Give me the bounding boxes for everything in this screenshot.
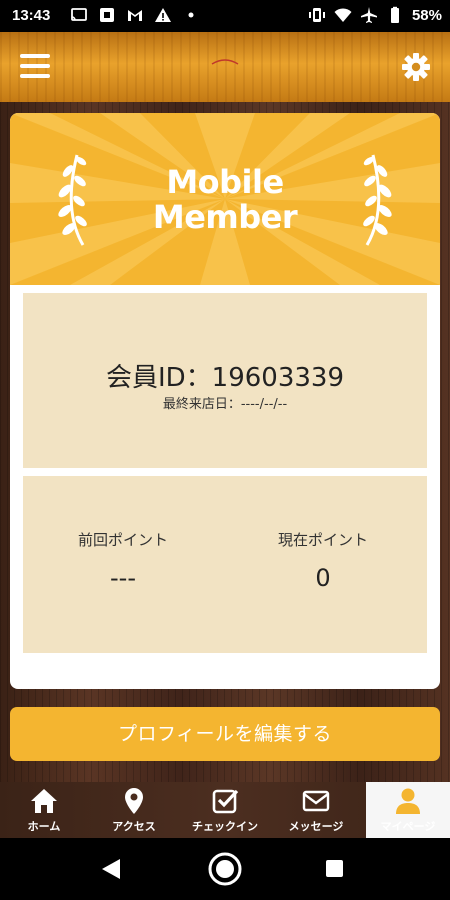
current-points-label: 現在ポイント [277,531,368,549]
android-nav-bar [0,838,450,900]
gear-icon[interactable] [400,51,432,83]
back-icon[interactable] [100,857,122,881]
previous-points-label: 前回ポイント [77,531,168,549]
previous-points-value: --- [110,564,136,592]
tab-message[interactable]: メッセージ [274,782,358,838]
tab-message-label: メッセージ [288,820,344,833]
map-pin-icon [125,788,143,814]
airplane-icon [360,7,377,23]
battery-icon [390,6,399,23]
home-button-icon[interactable] [207,851,243,887]
wifi-icon [334,8,352,22]
header-logo [211,59,239,65]
app-header [0,32,450,102]
member-id-panel: 会員ID：19603339 最終来店日：----/--/-- [23,293,427,468]
member-card: Mobile Member 会員ID：19603339 最終来店日：----/-… [10,113,440,689]
recent-apps-icon[interactable] [326,860,343,877]
hamburger-menu-icon[interactable] [20,54,50,80]
tab-home[interactable]: ホーム [2,782,86,838]
tab-access[interactable]: アクセス [92,782,176,838]
card-banner: Mobile Member [10,113,440,285]
bottom-tab-bar: ホーム アクセス チェックイン メッセージ マイページ [0,782,450,838]
status-time: 13:43 [12,7,51,24]
home-icon [31,789,57,813]
last-visit-value: ----/--/-- [240,397,288,412]
member-id: 会員ID：19603339 [23,357,427,394]
tab-mypage-label: マイページ [380,820,436,833]
system-status-icons: 58% [308,6,442,24]
current-points: 現在ポイント 0 [223,529,423,592]
tab-access-label: アクセス [112,820,156,833]
gmail-icon [128,10,142,21]
tab-home-label: ホーム [27,820,61,833]
checkbox-icon [212,789,239,814]
previous-points: 前回ポイント --- [23,529,223,592]
sync-icon [100,8,114,22]
member-id-label: 会員ID： [105,363,212,393]
tab-checkin[interactable]: チェックイン [183,782,267,838]
banner-title: Mobile Member [10,165,440,235]
last-visit-label: 最終来店日： [162,397,241,412]
edit-profile-button[interactable]: プロフィールを編集する [10,707,440,761]
current-points-value: 0 [315,564,331,592]
notification-icons [70,6,200,24]
dot-icon [188,12,194,18]
tab-mypage[interactable]: マイページ [366,782,450,838]
points-panel: 前回ポイント --- 現在ポイント 0 [23,476,427,653]
status-bar: 13:43 58% [0,0,450,32]
person-icon [396,788,420,814]
banner-title-line2: Member [152,198,298,236]
member-id-value: 19603339 [211,363,345,393]
battery-percent: 58% [411,6,442,24]
last-visit: 最終来店日：----/--/-- [23,393,427,412]
cast-icon [71,8,87,21]
envelope-icon [302,790,330,812]
vibrate-icon [308,8,325,22]
banner-title-line1: Mobile [166,163,284,201]
warning-icon [155,8,171,22]
tab-checkin-label: チェックイン [192,820,258,833]
